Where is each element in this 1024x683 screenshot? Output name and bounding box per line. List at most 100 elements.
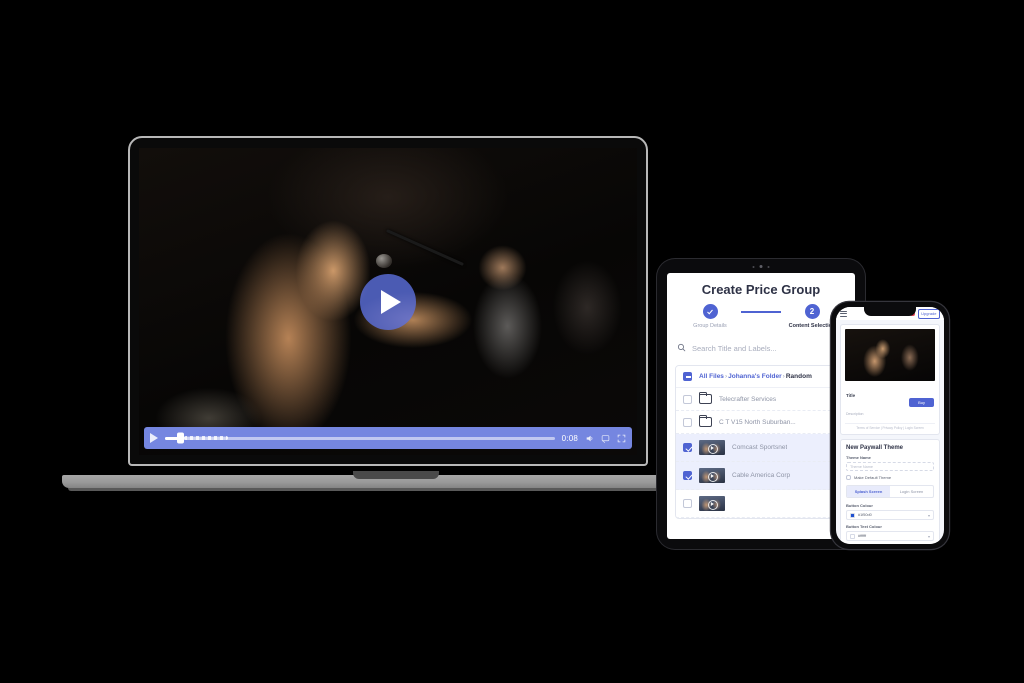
button-text-colour-picker[interactable]: #ffffff ▾ xyxy=(846,531,934,541)
play-button-overlay[interactable] xyxy=(360,273,416,330)
laptop-base-shadow xyxy=(68,488,708,491)
table-row[interactable]: Comcast Sportsnet xyxy=(676,434,846,462)
video-player-controls[interactable]: 0:08 xyxy=(144,427,632,449)
upgrade-button[interactable]: Upgrade xyxy=(917,308,940,319)
step-group-details[interactable]: Group Details xyxy=(679,304,741,329)
step-2-number: 2 xyxy=(804,304,820,319)
laptop-screen: 0:08 xyxy=(139,148,637,455)
laptop-lid: 0:08 xyxy=(128,136,648,466)
play-icon xyxy=(710,445,714,450)
row-label: C T V15 North Suburban... xyxy=(719,418,796,426)
camera-dot xyxy=(752,265,755,268)
phone-notch xyxy=(864,307,916,316)
screen-type-tabs: Splash Screen Login Screen xyxy=(846,485,934,498)
colour-swatch xyxy=(850,512,855,518)
video-thumbnail xyxy=(699,440,725,455)
phone-body: Upgrade Title Description Buy Terms of S… xyxy=(831,302,949,549)
phone-screen: Upgrade Title Description Buy Terms of S… xyxy=(836,307,944,544)
make-default-theme-row[interactable]: Make Default Theme xyxy=(846,475,934,480)
wizard-stepper: Group Details 2 Content Selection xyxy=(667,304,855,333)
buy-button[interactable]: Buy xyxy=(909,397,934,407)
search-input[interactable]: Search Title and Labels... xyxy=(692,344,777,353)
folder-icon xyxy=(698,414,712,427)
button-text-colour-label: Button Text Colour xyxy=(846,524,882,529)
phone-device: Upgrade Title Description Buy Terms of S… xyxy=(831,302,949,549)
breadcrumb-item-2: Random xyxy=(785,373,812,380)
progress-handle[interactable] xyxy=(177,432,185,444)
hamburger-icon[interactable] xyxy=(840,310,847,317)
button-colour-picker[interactable]: #1f50d0 ▾ xyxy=(846,510,934,520)
search-bar[interactable]: Search Title and Labels... xyxy=(667,333,855,365)
form-heading: New Paywall Theme xyxy=(846,445,904,451)
camera-dot xyxy=(767,265,770,268)
preview-meta: Title Description Buy xyxy=(845,381,935,422)
row-checkbox[interactable] xyxy=(683,417,692,427)
preview-text-block: Title Description xyxy=(846,384,864,420)
video-thumbnail xyxy=(699,496,725,511)
row-checkbox[interactable] xyxy=(683,443,692,452)
current-time: 0:08 xyxy=(561,433,578,443)
row-label: Comcast Sportsnet xyxy=(732,444,788,451)
paywall-preview-card: Title Description Buy Terms of Service |… xyxy=(840,324,940,435)
table-row[interactable]: Cable America Corp xyxy=(676,462,846,490)
make-default-theme-label: Make Default Theme xyxy=(854,475,892,480)
tab-login-screen[interactable]: Login Screen xyxy=(890,486,933,497)
tab-splash-screen[interactable]: Splash Screen xyxy=(847,486,890,497)
folder-icon xyxy=(698,391,712,404)
microphone-icon xyxy=(386,229,464,267)
stepper-connector xyxy=(741,311,781,313)
step-1-label: Group Details xyxy=(693,323,727,329)
table-row[interactable]: C T V15 North Suburban... xyxy=(676,411,846,434)
table-row[interactable] xyxy=(676,490,846,518)
progress-buffer xyxy=(183,436,228,440)
breadcrumb[interactable]: All Files›Johanna's Folder›Random xyxy=(699,373,812,380)
chevron-down-icon[interactable]: ▾ xyxy=(928,513,930,518)
theme-name-label: Theme Name xyxy=(846,455,871,460)
preview-footer-links[interactable]: Terms of Service | Privacy Policy | Logi… xyxy=(845,423,935,430)
video-thumbnail xyxy=(699,468,725,483)
microphone-head-icon xyxy=(375,253,392,268)
button-colour-value: #1f50d0 xyxy=(858,513,872,517)
breadcrumb-separator: › xyxy=(724,373,728,380)
page-title: Create Price Group xyxy=(701,282,821,297)
preview-title: Title xyxy=(846,393,856,398)
volume-icon[interactable] xyxy=(585,434,594,443)
device-mockup-scene: 0:08 Create Price Group Group Details 2 … xyxy=(0,0,1024,683)
row-checkbox[interactable] xyxy=(683,394,692,404)
button-text-colour-value: #ffffff xyxy=(858,534,867,538)
step-2-label: Content Selection xyxy=(788,323,836,329)
laptop-base-notch xyxy=(353,471,439,479)
theme-name-input[interactable]: Theme Name xyxy=(846,462,934,471)
camera-lens xyxy=(759,265,763,268)
file-browser-list: All Files›Johanna's Folder›Random Telecr… xyxy=(675,365,847,519)
cast-icon[interactable] xyxy=(601,434,610,443)
row-checkbox[interactable] xyxy=(683,471,692,480)
tablet-camera-icon xyxy=(752,265,770,268)
breadcrumb-row[interactable]: All Files›Johanna's Folder›Random xyxy=(676,366,846,388)
fullscreen-icon[interactable] xyxy=(617,434,626,443)
breadcrumb-separator: › xyxy=(782,373,785,380)
row-checkbox[interactable] xyxy=(683,499,692,508)
preview-description: Description xyxy=(846,412,864,416)
play-icon xyxy=(380,289,401,314)
make-default-theme-checkbox[interactable] xyxy=(846,475,851,480)
breadcrumb-item-1[interactable]: Johanna's Folder xyxy=(728,373,782,380)
chevron-down-icon[interactable]: ▾ xyxy=(928,534,930,539)
search-icon xyxy=(677,339,686,357)
play-icon xyxy=(710,501,714,506)
paywall-theme-form: New Paywall Theme Theme Name Theme Name … xyxy=(840,439,940,544)
select-all-checkbox[interactable] xyxy=(683,372,692,381)
row-label: Telecrafter Services xyxy=(719,395,777,403)
laptop-device: 0:08 xyxy=(62,136,714,491)
table-row[interactable]: Telecrafter Services xyxy=(676,388,846,411)
tablet-screen: Create Price Group Group Details 2 Conte… xyxy=(667,273,855,539)
button-colour-label: Button Colour xyxy=(846,503,873,508)
row-label: Cable America Corp xyxy=(732,472,791,479)
progress-slider[interactable] xyxy=(165,432,555,444)
step-1-check-icon xyxy=(702,304,718,319)
colour-swatch xyxy=(850,533,855,539)
play-icon[interactable] xyxy=(150,433,158,443)
breadcrumb-item-0[interactable]: All Files xyxy=(699,373,724,380)
play-icon xyxy=(710,473,714,478)
preview-video-thumbnail xyxy=(845,329,935,381)
